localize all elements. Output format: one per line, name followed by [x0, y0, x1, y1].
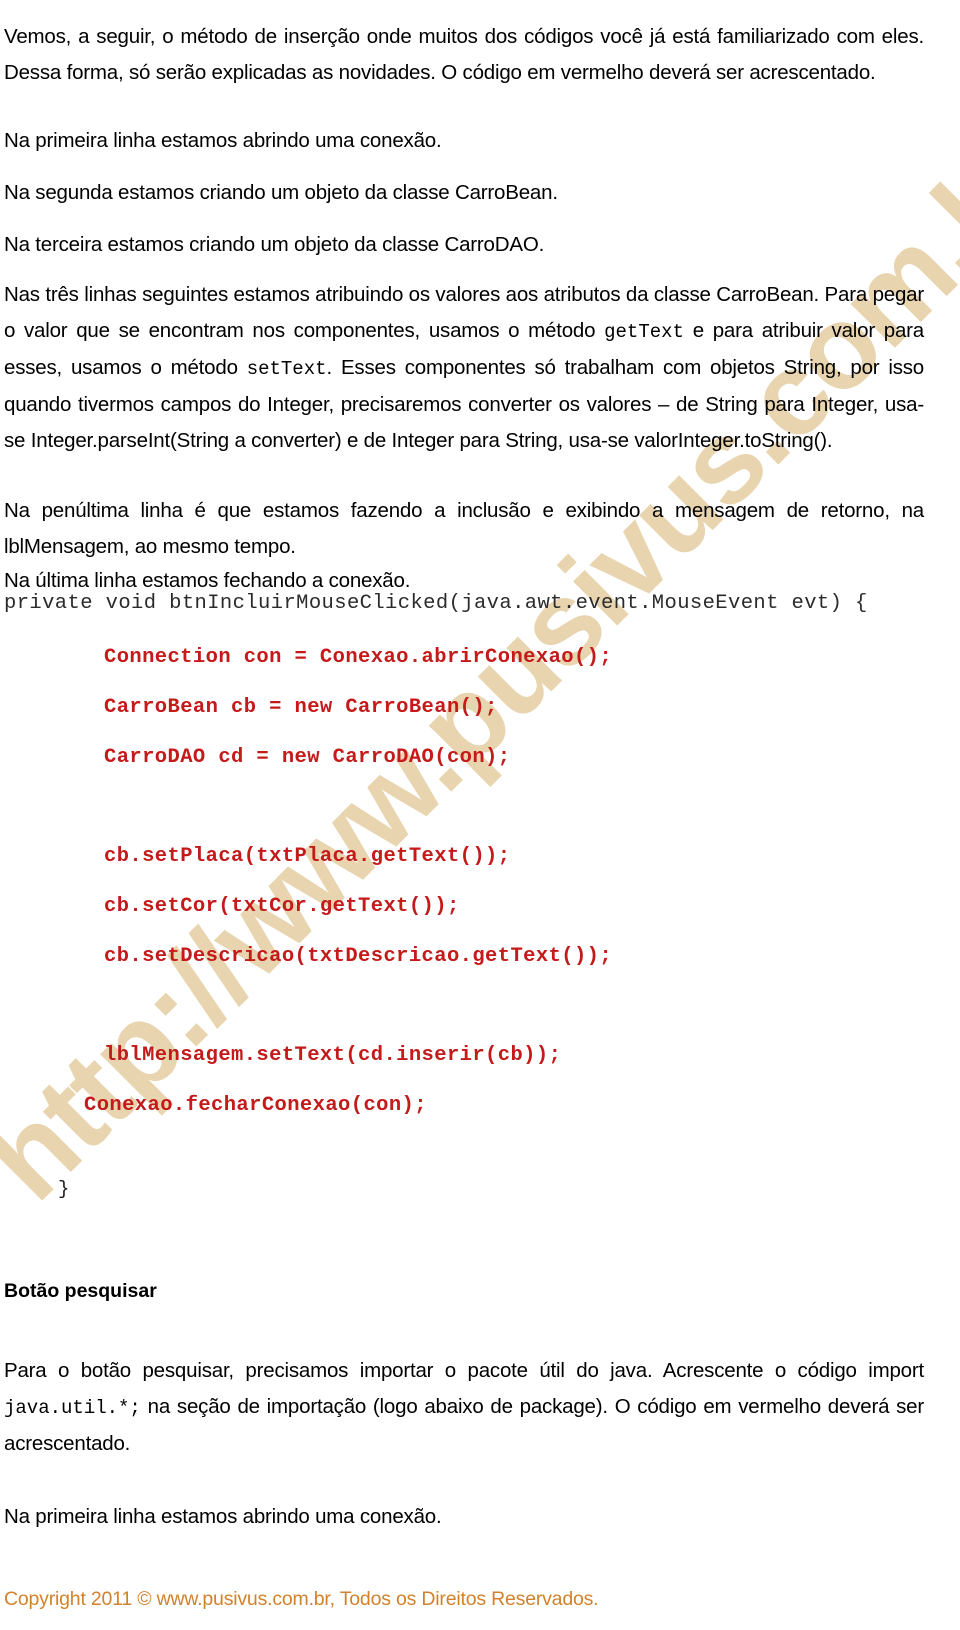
paragraph-intro: Vemos, a seguir, o método de inserção on…	[4, 24, 924, 84]
code-line-setcor: cb.setCor(txtCor.getText());	[104, 895, 460, 918]
code-line-new-carrobean: CarroBean cb = new CarroBean();	[104, 696, 498, 719]
paragraph-pesquisar: Para o botão pesquisar, precisamos impor…	[4, 1353, 924, 1462]
paragraph-primeira-linha-2: Na primeira linha estamos abrindo uma co…	[4, 1504, 442, 1528]
code-line-new-carrodao: CarroDAO cd = new CarroDAO(con);	[104, 746, 511, 769]
code-line-setplaca: cb.setPlaca(txtPlaca.getText());	[104, 845, 511, 868]
paragraph-segunda-linha: Na segunda estamos criando um objeto da …	[4, 180, 558, 204]
inline-code-gettext: getText	[604, 320, 684, 343]
pesquisar-text-part-1: Para o botão pesquisar, precisamos impor…	[4, 1358, 924, 1382]
pesquisar-text-part-2: na seção de importação (logo abaixo de p…	[4, 1394, 924, 1455]
footer-copyright: Copyright 2011 © www.pusivus.com.br, Tod…	[4, 1588, 599, 1610]
code-line-closing-brace: }	[58, 1178, 70, 1200]
paragraph-terceira-linha: Na terceira estamos criando um objeto da…	[4, 232, 545, 256]
section-heading-botao-pesquisar: Botão pesquisar	[4, 1280, 157, 1302]
inline-code-java-util: java.util.*;	[4, 1396, 141, 1419]
inline-code-settext: setText	[246, 357, 327, 380]
code-line-setdescricao: cb.setDescricao(txtDescricao.getText());	[104, 945, 613, 968]
code-line-lblmensagem-settext: lblMensagem.setText(cd.inserir(cb));	[104, 1044, 562, 1067]
paragraph-primeira-linha: Na primeira linha estamos abrindo uma co…	[4, 128, 442, 152]
paragraph-penultima-linha: Na penúltima linha é que estamos fazendo…	[4, 498, 924, 558]
paragraph-atributos: Nas três linhas seguintes estamos atribu…	[4, 277, 924, 459]
code-line-abrir-conexao: Connection con = Conexao.abrirConexao();	[104, 646, 613, 669]
code-line-signature: private void btnIncluirMouseClicked(java…	[4, 592, 868, 615]
code-line-fechar-conexao: Conexao.fecharConexao(con);	[84, 1094, 427, 1117]
